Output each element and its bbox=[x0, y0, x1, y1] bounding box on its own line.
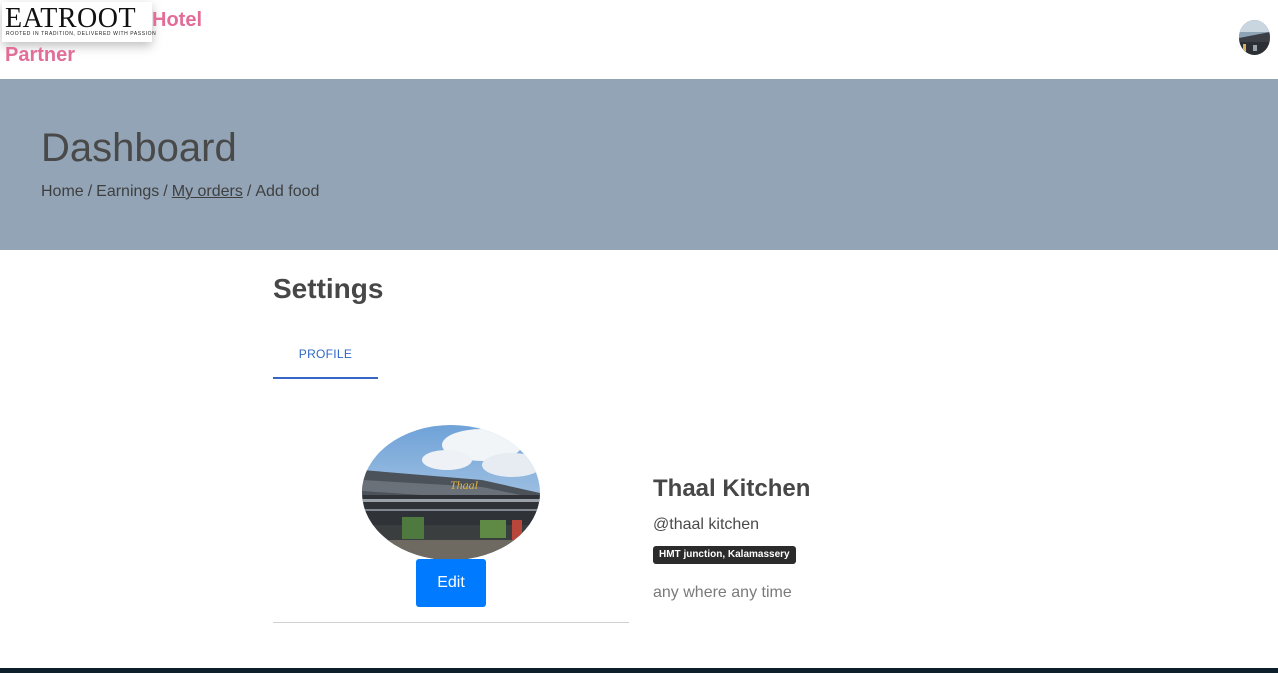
brand-suffix-hotel: Hotel bbox=[152, 9, 202, 31]
breadcrumb-earnings[interactable]: Earnings bbox=[96, 183, 159, 200]
settings-title: Settings bbox=[273, 273, 384, 304]
breadcrumb: Home / Earnings / My orders / Add food bbox=[41, 183, 319, 201]
dashboard-hero: Dashboard Home / Earnings / My orders / Add fo… bbox=[0, 79, 1278, 250]
breadcrumb-my-orders-link[interactable]: My orders bbox=[172, 183, 243, 200]
profile-divider bbox=[273, 622, 629, 623]
hotel-handle: @thaal kitchen bbox=[653, 516, 760, 533]
avatar-photo-icon bbox=[1239, 20, 1270, 55]
profile-photo: Thaal bbox=[362, 425, 540, 560]
restaurant-photo-image: Thaal bbox=[362, 425, 540, 560]
breadcrumb-home[interactable]: Home bbox=[41, 183, 84, 200]
location-badge: HMT junction, Kalamassery bbox=[653, 546, 796, 564]
hotel-tagline: any where any time bbox=[653, 584, 792, 601]
user-avatar-icon[interactable] bbox=[1239, 20, 1270, 55]
tab-profile[interactable]: PROFILE bbox=[273, 334, 378, 379]
breadcrumb-separator: / bbox=[246, 183, 252, 200]
brand-suffix-partner: Partner bbox=[5, 44, 76, 66]
top-navbar: EATROOT ROOTED IN TRADITION, DELIVERED W… bbox=[0, 0, 1278, 79]
breadcrumb-separator: / bbox=[87, 183, 93, 200]
edit-profile-button[interactable]: Edit bbox=[416, 559, 486, 607]
breadcrumb-separator: / bbox=[163, 183, 168, 200]
footer-strip bbox=[0, 668, 1278, 673]
breadcrumb-add-food[interactable]: Add food bbox=[255, 183, 319, 200]
eatroot-logo[interactable]: EATROOT ROOTED IN TRADITION, DELIVERED W… bbox=[2, 2, 156, 42]
hotel-name: Thaal Kitchen bbox=[653, 475, 811, 502]
page-title: Dashboard bbox=[41, 126, 237, 170]
logo-tagline: ROOTED IN TRADITION, DELIVERED WITH PASS… bbox=[6, 31, 157, 37]
photo-sign: Thaal bbox=[450, 478, 479, 492]
